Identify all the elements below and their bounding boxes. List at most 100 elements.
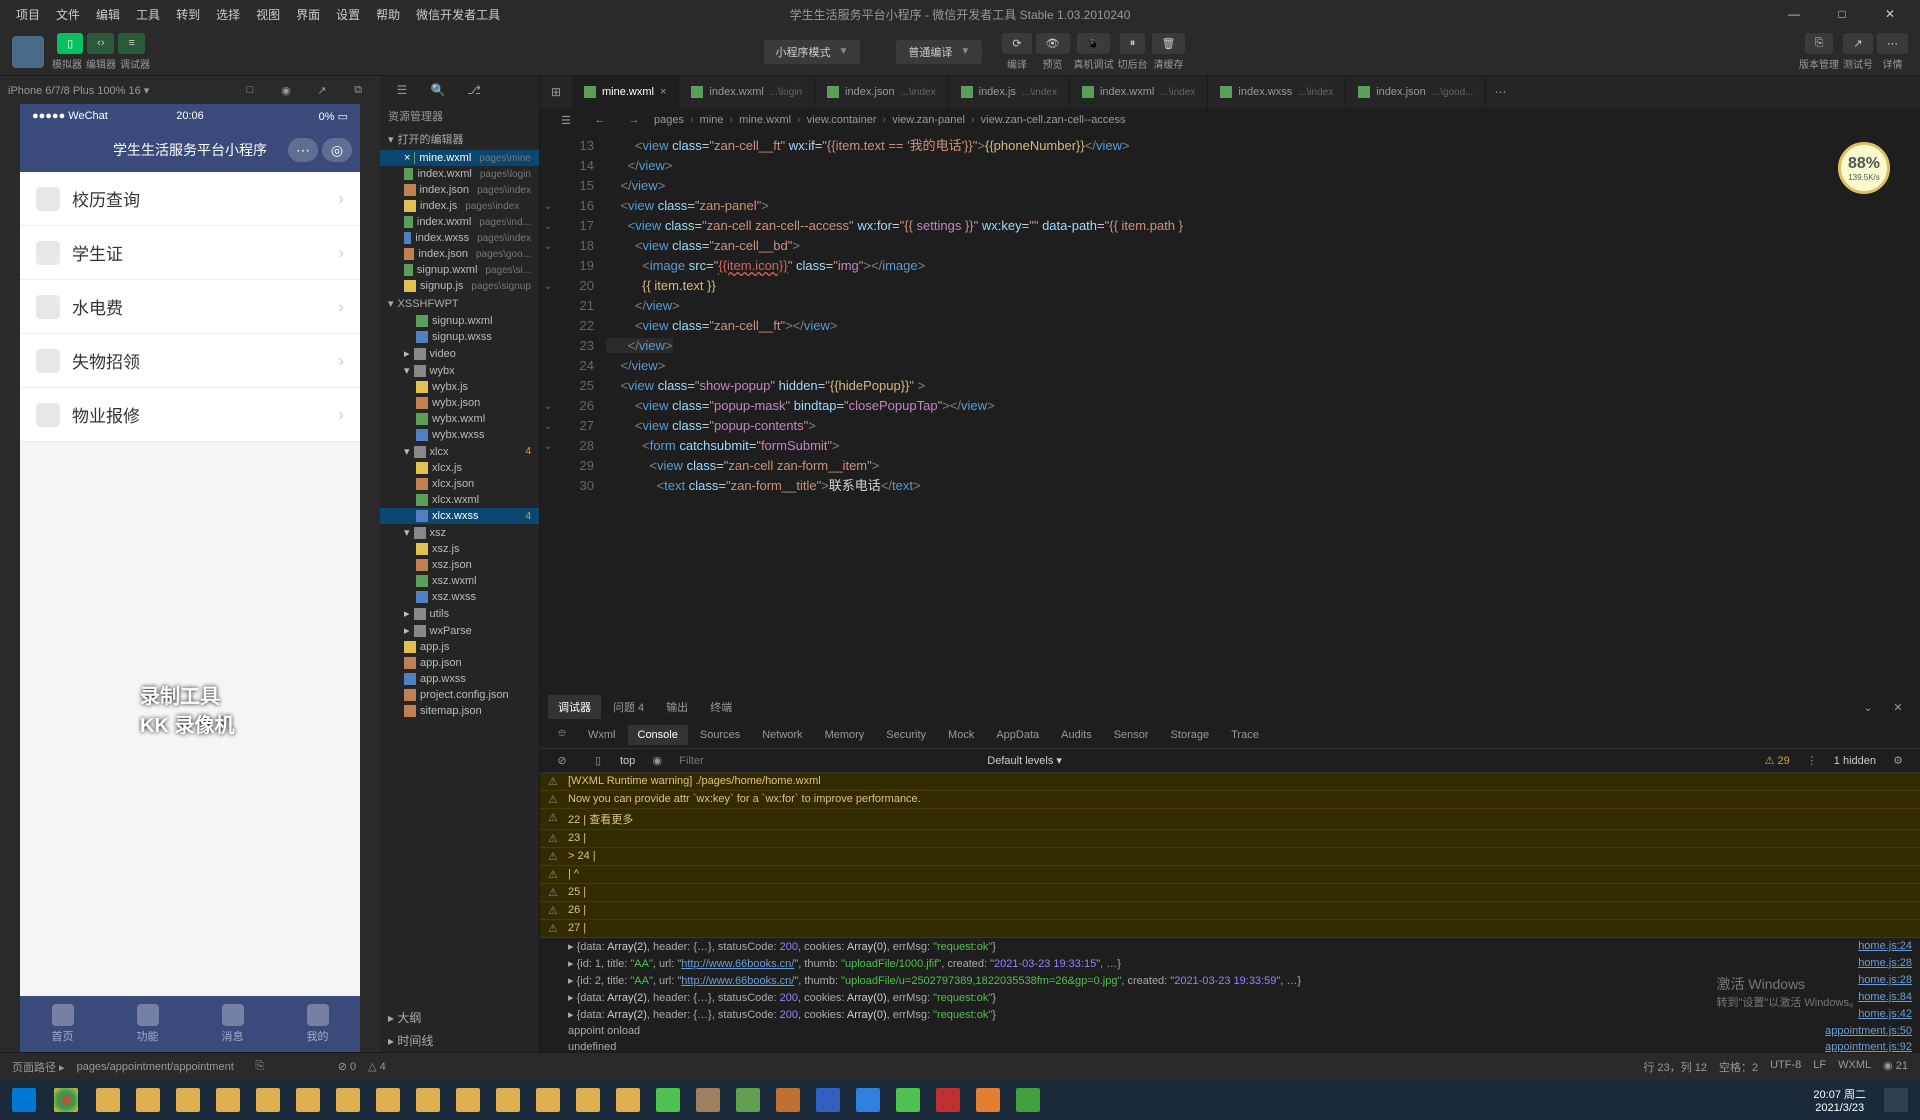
- taskbar-item[interactable]: [168, 1082, 208, 1118]
- fold-marker[interactable]: ⌄: [540, 236, 556, 256]
- taskbar-item[interactable]: [688, 1082, 728, 1118]
- mode-dropdown[interactable]: 小程序模式▼: [764, 40, 861, 64]
- tree-item[interactable]: project.config.json: [380, 687, 539, 703]
- taskbar-item[interactable]: [808, 1082, 848, 1118]
- copy-path-icon[interactable]: ⎘: [246, 1053, 274, 1081]
- taskbar-item[interactable]: [288, 1082, 328, 1118]
- list-item[interactable]: 校历查询›: [20, 172, 360, 226]
- list-item[interactable]: 水电费›: [20, 280, 360, 334]
- log-source-link[interactable]: home.js:42: [1858, 1008, 1912, 1021]
- fold-marker[interactable]: ⌄: [540, 416, 556, 436]
- inspect-icon[interactable]: ⯐: [548, 721, 576, 749]
- start-button[interactable]: [4, 1082, 44, 1118]
- fold-marker[interactable]: ⌄: [540, 216, 556, 236]
- taskbar-item[interactable]: [608, 1082, 648, 1118]
- taskbar-item[interactable]: [88, 1082, 128, 1118]
- capsule-close[interactable]: ◎: [322, 138, 352, 162]
- tabbar-我的[interactable]: 我的: [275, 996, 360, 1052]
- taskbar-clock[interactable]: 20:07 周二 2021/3/23: [1805, 1086, 1874, 1114]
- tabbar-首页[interactable]: 首页: [20, 996, 105, 1052]
- taskbar-item[interactable]: [128, 1082, 168, 1118]
- console-output[interactable]: ⚠[WXML Runtime warning] ./pages/home/hom…: [540, 773, 1920, 1052]
- menu-设置[interactable]: 设置: [328, 8, 368, 22]
- open-editor-item[interactable]: index.wxsspages\index: [380, 230, 539, 246]
- taskbar-item[interactable]: [1008, 1082, 1048, 1118]
- explorer-icon[interactable]: ☰: [388, 76, 416, 104]
- right-action-测试号[interactable]: ↗: [1843, 33, 1872, 54]
- context-selector[interactable]: top: [620, 755, 635, 767]
- menu-项目[interactable]: 项目: [8, 8, 48, 22]
- editor-toggle[interactable]: ‹›: [87, 33, 114, 54]
- console-clear-icon[interactable]: ⊘: [548, 747, 576, 775]
- tree-item[interactable]: app.js: [380, 639, 539, 655]
- devtools-subtab-Audits[interactable]: Audits: [1051, 725, 1102, 745]
- editor-tab[interactable]: index.js ...\index: [949, 76, 1070, 108]
- warnings-count[interactable]: △ 4: [368, 1060, 386, 1073]
- tabbar-消息[interactable]: 消息: [190, 996, 275, 1052]
- taskbar-item[interactable]: [248, 1082, 288, 1118]
- menu-选择[interactable]: 选择: [208, 8, 248, 22]
- warn-count[interactable]: ⚠ 29: [1765, 754, 1790, 767]
- taskbar-item[interactable]: [528, 1082, 568, 1118]
- breadcrumb-item[interactable]: mine.wxml: [739, 114, 791, 126]
- tree-item[interactable]: wybx.wxml: [380, 411, 539, 427]
- log-source-link[interactable]: home.js:84: [1858, 991, 1912, 1004]
- editor-tab[interactable]: mine.wxml ×: [572, 76, 679, 108]
- menu-帮助[interactable]: 帮助: [368, 8, 408, 22]
- open-editor-item[interactable]: signup.wxmlpages\si...: [380, 262, 539, 278]
- log-source-link[interactable]: appointment.js:50: [1825, 1025, 1912, 1037]
- taskbar-item[interactable]: [448, 1082, 488, 1118]
- levels-dropdown[interactable]: Default levels ▾: [987, 754, 1062, 767]
- tree-item[interactable]: xsz.json: [380, 557, 539, 573]
- devtools-subtab-Sources[interactable]: Sources: [690, 725, 750, 745]
- console-line[interactable]: ⚠ 25 |: [540, 884, 1920, 902]
- action-真机调试[interactable]: 📱: [1077, 33, 1111, 54]
- gear-icon[interactable]: ⚙: [1884, 747, 1912, 775]
- fold-marker[interactable]: [540, 316, 556, 336]
- console-line[interactable]: ⚠ Now you can provide attr `wx:key` for …: [540, 791, 1920, 809]
- list-item[interactable]: 学生证›: [20, 226, 360, 280]
- sim-rotate-icon[interactable]: □: [236, 76, 264, 104]
- breadcrumb-item[interactable]: view.zan-cell.zan-cell--access: [981, 114, 1126, 126]
- console-line[interactable]: ⚠ 23 |: [540, 830, 1920, 848]
- console-line[interactable]: undefinedappointment.js:92: [540, 1039, 1920, 1052]
- sim-detach-icon[interactable]: ⧉: [344, 76, 372, 104]
- page-path-label[interactable]: 页面路径 ▸: [12, 1059, 65, 1075]
- open-editor-item[interactable]: × mine.wxmlpages\mine: [380, 150, 539, 166]
- tab-overflow-icon[interactable]: ⊞: [540, 78, 572, 106]
- devtools-tab-输出[interactable]: 输出: [656, 695, 698, 719]
- console-line[interactable]: ▸ {data: Array(2), header: {…}, statusCo…: [540, 938, 1920, 955]
- tabbar-功能[interactable]: 功能: [105, 996, 190, 1052]
- section-时间线[interactable]: ▸ 时间线: [380, 1029, 539, 1052]
- devtools-subtab-Wxml[interactable]: Wxml: [578, 725, 626, 745]
- console-line[interactable]: ⚠> 24 |: [540, 848, 1920, 866]
- close-icon[interactable]: ×: [404, 152, 410, 164]
- breadcrumb-item[interactable]: view.container: [807, 114, 877, 126]
- menu-微信开发者工具[interactable]: 微信开发者工具: [408, 8, 508, 22]
- tree-item[interactable]: signup.wxml: [380, 313, 539, 329]
- close-button[interactable]: ✕: [1868, 0, 1912, 28]
- taskbar-item[interactable]: [848, 1082, 888, 1118]
- fold-marker[interactable]: ⌄: [540, 276, 556, 296]
- tree-item[interactable]: app.json: [380, 655, 539, 671]
- capsule-menu[interactable]: ⋯: [288, 138, 318, 162]
- tree-item[interactable]: xlcx.wxml: [380, 492, 539, 508]
- taskbar-item[interactable]: [728, 1082, 768, 1118]
- breadcrumb-item[interactable]: pages: [654, 114, 684, 126]
- tree-item[interactable]: xlcx.wxss4: [380, 508, 539, 524]
- fold-marker[interactable]: [540, 176, 556, 196]
- console-line[interactable]: ▸ {data: Array(2), header: {…}, statusCo…: [540, 1006, 1920, 1023]
- console-line[interactable]: ⚠[WXML Runtime warning] ./pages/home/hom…: [540, 773, 1920, 791]
- fold-marker[interactable]: ⌄: [540, 396, 556, 416]
- open-editor-item[interactable]: index.wxmlpages\login: [380, 166, 539, 182]
- taskbar-item[interactable]: [888, 1082, 928, 1118]
- taskbar-item[interactable]: [968, 1082, 1008, 1118]
- action-编译[interactable]: ⟳: [1002, 33, 1031, 54]
- tree-item[interactable]: wybx.wxss: [380, 427, 539, 443]
- devtools-tab-终端[interactable]: 终端: [700, 695, 742, 719]
- action-预览[interactable]: 👁: [1036, 33, 1070, 54]
- code-editor[interactable]: ⌄⌄⌄⌄⌄⌄⌄ 13 14 15 16 17 18 19 20 21 22 23…: [540, 132, 1920, 692]
- fold-marker[interactable]: [540, 256, 556, 276]
- toc-icon[interactable]: ☰: [552, 106, 580, 134]
- list-item[interactable]: 物业报修›: [20, 388, 360, 442]
